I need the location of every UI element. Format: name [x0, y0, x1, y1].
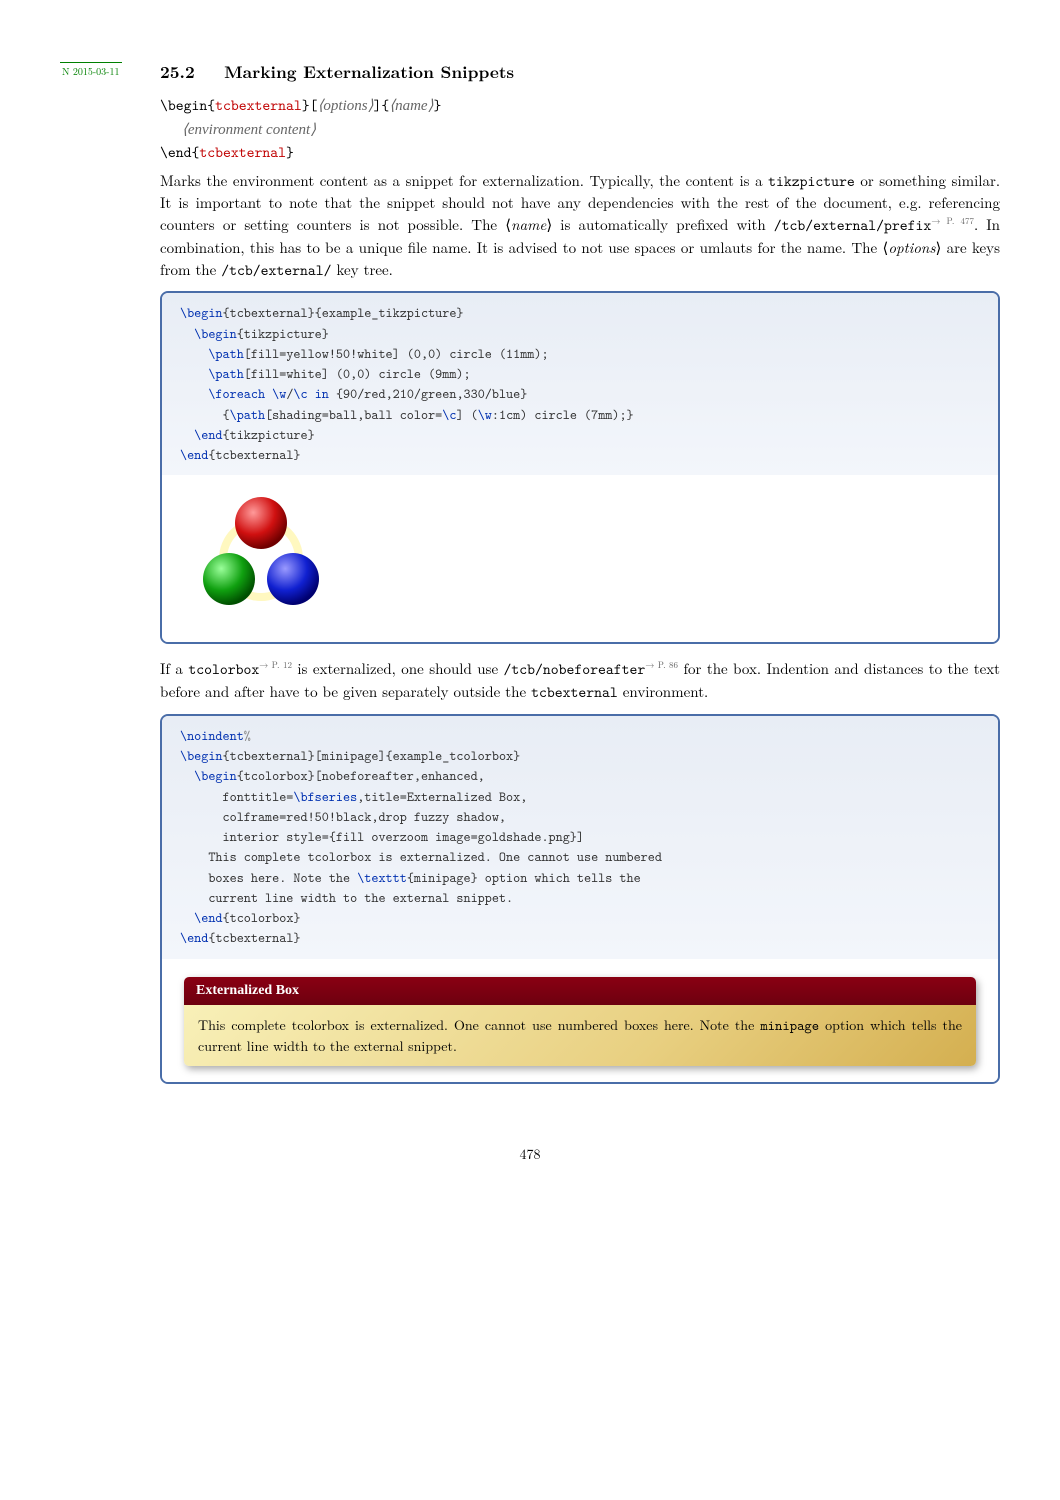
code-output [162, 475, 998, 642]
code-example-1: \begin{tcbexternal}{example_tikzpicture}… [160, 291, 1000, 644]
externalized-tcolorbox: Externalized Box This complete tcolorbox… [184, 977, 976, 1067]
mid-paragraph: If a tcolorbox→ P. 12 is externalized, o… [160, 658, 1000, 704]
page-ref[interactable]: → P. 477 [931, 214, 974, 227]
page-number: 478 [60, 1144, 1000, 1164]
section-heading: 25.2 Marking Externalization Snippets [160, 60, 1000, 84]
description-paragraph: Marks the environment content as a snipp… [160, 170, 1000, 282]
code-listing: \noindent% \begin{tcbexternal}[minipage]… [162, 716, 998, 959]
environment-signature: \begin{tcbexternal}[⟨options⟩]{⟨name⟩} ⟨… [160, 94, 1000, 164]
box-body: This complete tcolorbox is externalized.… [184, 1005, 976, 1067]
box-title: Externalized Box [184, 977, 976, 1005]
code-example-2: \noindent% \begin{tcbexternal}[minipage]… [160, 714, 1000, 1084]
page-ref[interactable]: → P. 12 [259, 658, 292, 671]
tikz-balls-figure [186, 491, 980, 626]
code-output: Externalized Box This complete tcolorbox… [162, 959, 998, 1083]
page-ref[interactable]: → P. 86 [645, 658, 678, 671]
version-badge: N 2015-03-11 [60, 62, 122, 79]
code-listing: \begin{tcbexternal}{example_tikzpicture}… [162, 293, 998, 475]
